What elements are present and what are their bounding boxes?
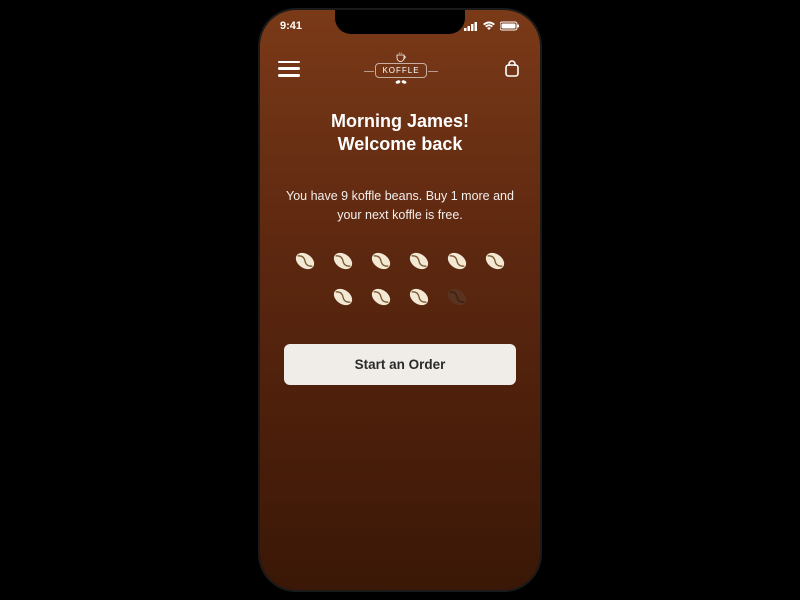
status-indicators xyxy=(464,21,520,31)
cart-icon[interactable] xyxy=(502,59,522,79)
app-header: KOFFLE xyxy=(260,52,540,85)
cup-icon xyxy=(395,52,407,62)
bean-filled-icon xyxy=(292,248,318,274)
bean-filled-icon xyxy=(482,248,508,274)
loyalty-beans-grid xyxy=(284,248,516,310)
battery-icon xyxy=(500,21,520,31)
bean-filled-icon xyxy=(330,248,356,274)
greeting-line2: Welcome back xyxy=(284,133,516,156)
bean-filled-icon xyxy=(330,284,356,310)
signal-icon xyxy=(464,21,478,31)
brand-name: KOFFLE xyxy=(375,63,426,78)
bean-filled-icon xyxy=(368,248,394,274)
status-time: 9:41 xyxy=(280,20,302,32)
start-order-button[interactable]: Start an Order xyxy=(284,344,516,385)
main-content: Morning James! Welcome back You have 9 k… xyxy=(260,110,540,385)
beans-icon xyxy=(394,79,408,85)
bean-filled-icon xyxy=(406,248,432,274)
device-notch xyxy=(335,10,465,34)
menu-icon[interactable] xyxy=(278,61,300,77)
greeting-line1: Morning James! xyxy=(284,110,516,133)
bean-empty-icon xyxy=(444,284,470,310)
bean-filled-icon xyxy=(368,284,394,310)
wifi-icon xyxy=(482,21,496,31)
bean-filled-icon xyxy=(444,248,470,274)
bean-filled-icon xyxy=(406,284,432,310)
greeting: Morning James! Welcome back xyxy=(284,110,516,157)
phone-frame: 9:41 KOFFLE Morning James! Welcome back … xyxy=(260,10,540,590)
brand-logo: KOFFLE xyxy=(300,52,502,85)
loyalty-message: You have 9 koffle beans. Buy 1 more and … xyxy=(284,187,516,225)
